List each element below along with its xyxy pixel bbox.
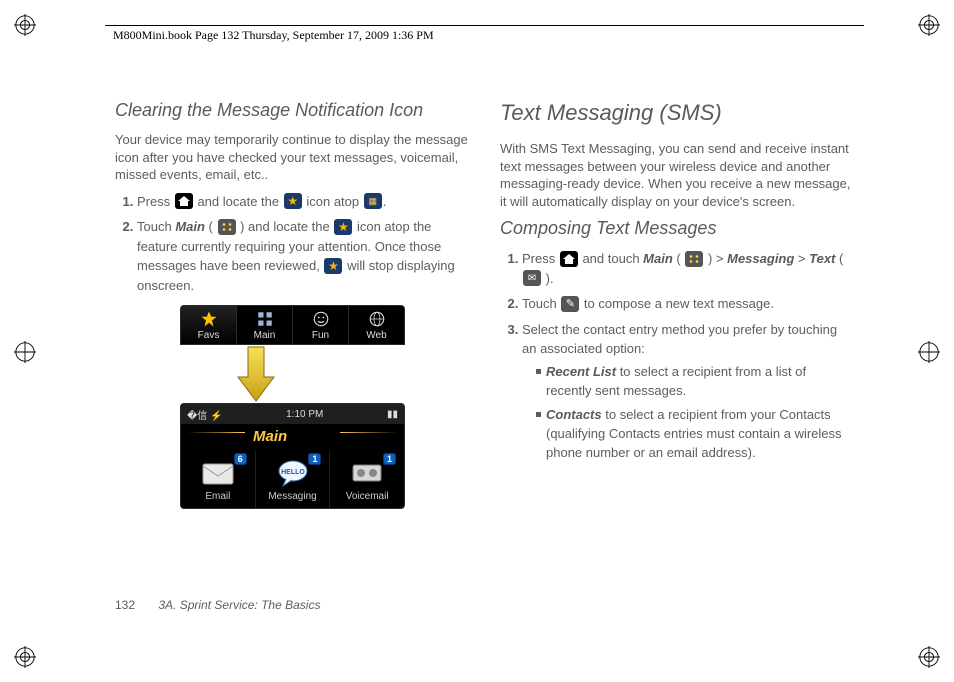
phone-figure: Favs Main Fun Web <box>180 305 405 509</box>
main-icon <box>218 219 236 235</box>
compose-icon <box>561 296 579 312</box>
tab-web: Web <box>349 306 404 344</box>
step-1: Press and locate the icon atop . <box>137 192 470 212</box>
heading-sms: Text Messaging (SMS) <box>500 100 855 126</box>
steps-compose: Press and touch Main ( ) > Messaging > T… <box>500 249 855 463</box>
arrow-icon <box>236 345 405 403</box>
svg-text:HELLO: HELLO <box>281 469 305 476</box>
badge: 1 <box>308 453 321 465</box>
page-number: 132 <box>115 598 135 612</box>
phone-main-screen: �信 ⚡ 1:10 PM ▮▮ Main 6 Email 1 HE <box>180 403 405 509</box>
app-voicemail: 1 Voicemail <box>330 451 404 508</box>
compose-step-1: Press and touch Main ( ) > Messaging > T… <box>522 249 855 288</box>
grid-icon <box>256 310 274 328</box>
screen-title: Main <box>181 424 404 451</box>
right-column: Text Messaging (SMS) With SMS Text Messa… <box>500 100 855 509</box>
app-email: 6 Email <box>181 451 256 508</box>
smile-icon <box>312 310 330 328</box>
registration-mark-icon <box>14 646 36 668</box>
left-column: Clearing the Message Notification Icon Y… <box>115 100 470 509</box>
app-messaging: 1 HELLO Messaging <box>256 451 331 508</box>
registration-mark-icon <box>14 341 36 363</box>
app-grid: 6 Email 1 HELLO Messaging 1 Voicem <box>181 451 404 508</box>
badge: 1 <box>383 453 396 465</box>
status-bar: �信 ⚡ 1:10 PM ▮▮ <box>181 404 404 424</box>
option-contacts: Contacts to select a recipient from your… <box>536 406 855 463</box>
star-notification-icon <box>284 193 302 209</box>
intro-clear: Your device may temporarily continue to … <box>115 131 470 184</box>
registration-mark-icon <box>14 14 36 36</box>
badge: 6 <box>234 453 247 465</box>
tab-favs: Favs <box>181 306 237 344</box>
intro-sms: With SMS Text Messaging, you can send an… <box>500 140 855 210</box>
tab-main: Main <box>237 306 293 344</box>
status-time: 1:10 PM <box>286 409 323 420</box>
header-rule <box>105 25 864 26</box>
steps-clear: Press and locate the icon atop . Touch M… <box>115 192 470 296</box>
page-header: M800Mini.book Page 132 Thursday, Septemb… <box>113 28 434 43</box>
home-icon <box>175 193 193 209</box>
star-notification-icon <box>334 219 352 235</box>
text-icon <box>523 270 541 286</box>
tab-fun: Fun <box>293 306 349 344</box>
compose-step-3: Select the contact entry method you pref… <box>522 320 855 463</box>
star-notification-icon <box>324 258 342 274</box>
battery-icon: ▮▮ <box>387 409 398 420</box>
options-list: Recent List to select a recipient from a… <box>522 363 855 463</box>
phone-tabbar: Favs Main Fun Web <box>180 305 405 345</box>
home-icon <box>560 251 578 267</box>
option-recent-list: Recent List to select a recipient from a… <box>536 363 855 401</box>
section-title: 3A. Sprint Service: The Basics <box>158 598 320 612</box>
status-icons: �信 ⚡ <box>187 407 222 422</box>
registration-mark-icon <box>918 341 940 363</box>
page-footer: 132 3A. Sprint Service: The Basics <box>115 598 320 612</box>
heading-composing: Composing Text Messages <box>500 218 855 239</box>
star-icon <box>200 310 218 328</box>
apps-icon <box>364 193 382 209</box>
registration-mark-icon <box>918 14 940 36</box>
compose-step-2: Touch to compose a new text message. <box>522 294 855 314</box>
main-icon <box>685 251 703 267</box>
heading-clear-notification: Clearing the Message Notification Icon <box>115 100 470 121</box>
globe-icon <box>368 310 386 328</box>
registration-mark-icon <box>918 646 940 668</box>
step-2: Touch Main ( ) and locate the icon atop … <box>137 217 470 295</box>
